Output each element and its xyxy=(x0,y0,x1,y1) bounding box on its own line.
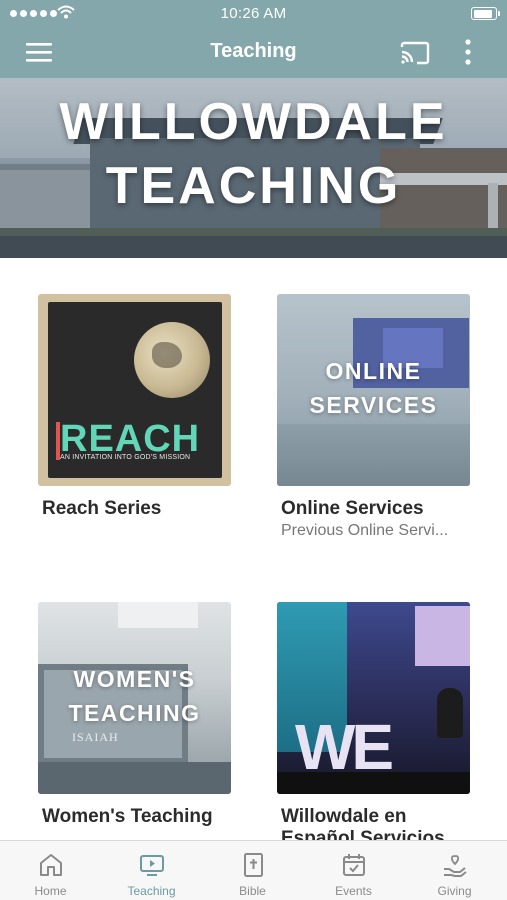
thumbnail-title-line-1: WOMEN'S xyxy=(73,666,196,692)
card-title: Reach Series xyxy=(42,498,162,519)
bottom-navigation: Home Teaching Bible Events Giving xyxy=(0,840,507,900)
nav-tab-giving[interactable]: Giving xyxy=(404,841,505,900)
hand-heart-icon xyxy=(444,855,467,877)
nav-label: Events xyxy=(335,884,372,898)
thumbnail-title-line-1: ONLINE xyxy=(325,358,422,384)
cast-button[interactable] xyxy=(398,38,432,68)
hero-title-line-2: TEACHING xyxy=(105,157,402,215)
top-bar: 10:26 AM Teaching xyxy=(0,0,507,78)
nav-tab-bible[interactable]: Bible xyxy=(202,841,303,900)
nav-tab-events[interactable]: Events xyxy=(303,841,404,900)
home-icon xyxy=(40,854,62,876)
nav-label: Bible xyxy=(239,884,266,898)
hero-banner: WILLOWDALE TEACHING xyxy=(0,78,507,258)
cast-icon xyxy=(400,41,430,65)
card-thumbnail: REACH AN INVITATION INTO GOD'S MISSION xyxy=(38,294,231,486)
more-options-button[interactable] xyxy=(458,36,478,70)
nav-tab-teaching[interactable]: Teaching xyxy=(101,841,202,900)
app-bar: Teaching xyxy=(0,28,507,78)
card-title: Willowdale en xyxy=(281,806,407,827)
thumbnail-title-line-2: TEACHING xyxy=(68,700,201,726)
thumbnail-tagline: AN INVITATION INTO GOD'S MISSION xyxy=(60,454,191,461)
calendar-check-icon xyxy=(343,854,365,876)
status-bar: 10:26 AM xyxy=(0,0,507,28)
thumbnail-title-line-2: SERVICES xyxy=(309,392,438,418)
nav-tab-home[interactable]: Home xyxy=(0,841,101,900)
card-title: Online Services xyxy=(281,498,424,519)
hero-title-line-1: WILLOWDALE xyxy=(59,93,448,151)
status-time: 10:26 AM xyxy=(220,5,287,22)
card-thumbnail: ONLINE SERVICES xyxy=(277,294,470,486)
bible-icon xyxy=(244,853,263,877)
card-thumbnail: ISAIAH WOMEN'S TEACHING xyxy=(38,602,231,794)
thumbnail-tagline: ISAIAH xyxy=(72,730,119,744)
card-subtitle: Previous Online Servi... xyxy=(281,522,449,539)
globe-illustration xyxy=(134,322,210,398)
battery-icon xyxy=(471,7,500,20)
nav-label: Teaching xyxy=(127,884,176,898)
more-vertical-icon xyxy=(465,39,471,65)
nav-label: Giving xyxy=(437,884,472,898)
nav-label: Home xyxy=(34,884,67,898)
thumbnail-title: WE xyxy=(295,711,394,783)
tv-play-icon xyxy=(140,855,164,876)
card-thumbnail: WE xyxy=(277,602,470,794)
card-title: Women's Teaching xyxy=(42,806,213,827)
